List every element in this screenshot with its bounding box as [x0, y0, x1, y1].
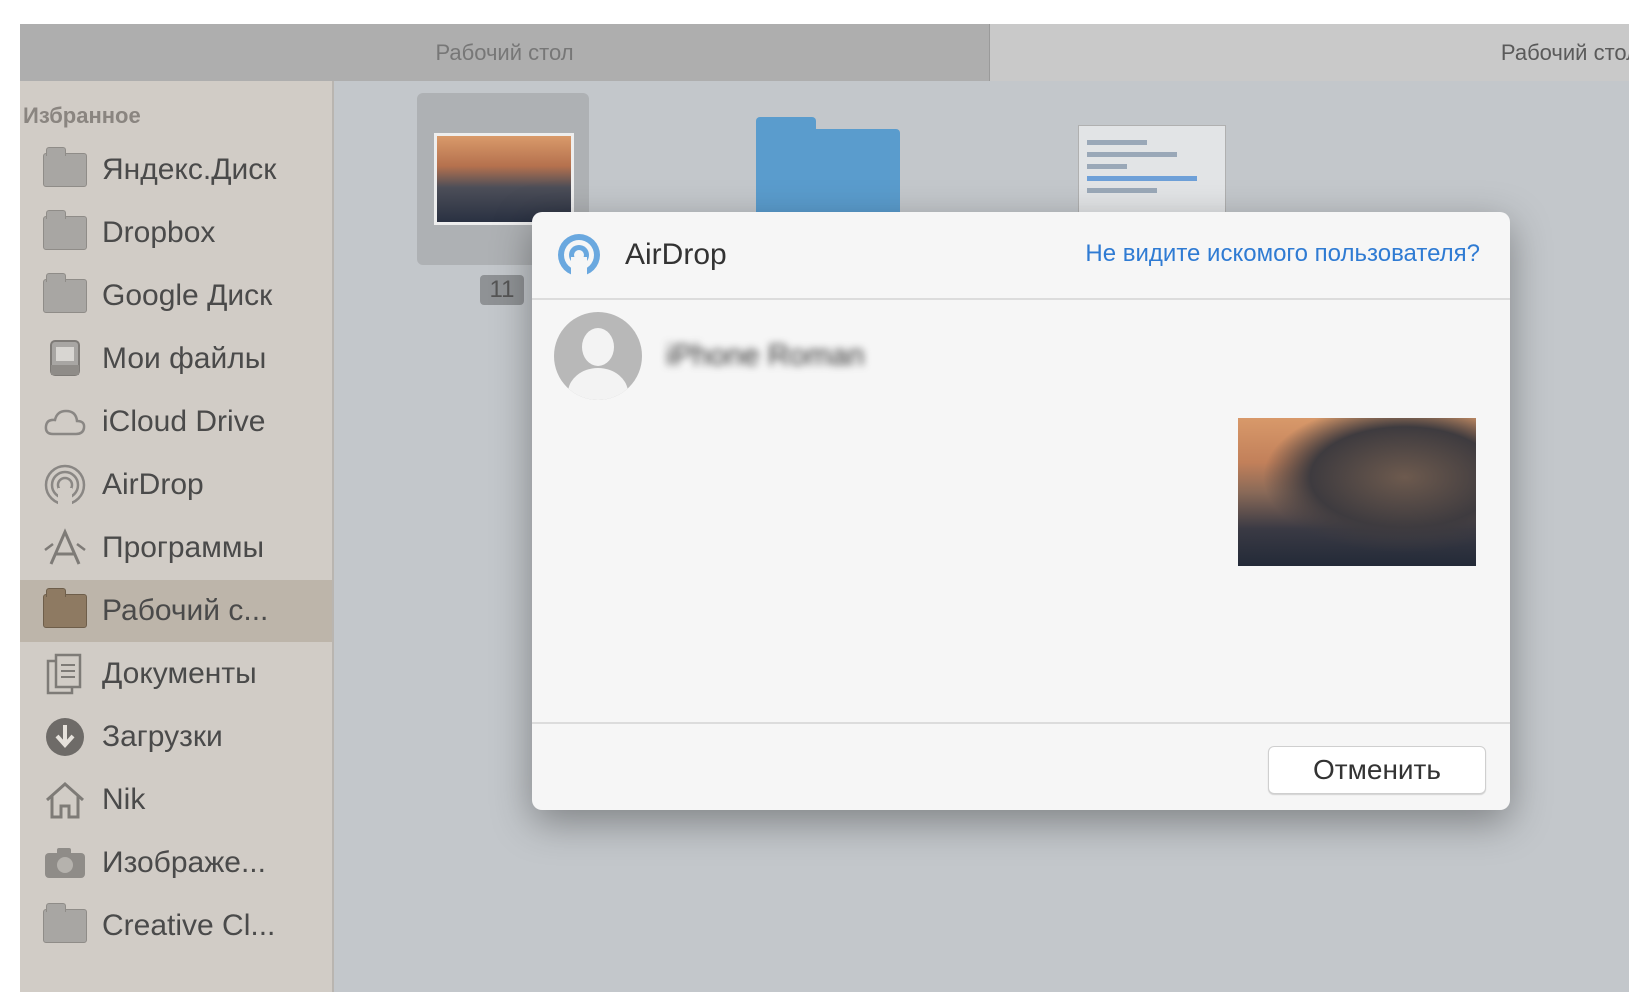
airdrop-icon [42, 464, 88, 506]
sidebar-item-label: iCloud Drive [102, 405, 266, 438]
sidebar-item-label: Nik [102, 783, 146, 816]
sidebar-item-label: Рабочий с... [102, 594, 269, 627]
tab-bar: Рабочий стол Рабочий стол [20, 24, 1629, 81]
sidebar-item-icloud-drive[interactable]: iCloud Drive [20, 391, 332, 453]
sidebar-item-label: Creative Cl... [102, 909, 276, 942]
documents-icon [42, 653, 88, 695]
folder-icon [42, 273, 88, 316]
folder-icon [42, 210, 88, 253]
sidebar-item-google-drive[interactable]: Google Диск [20, 265, 332, 327]
screenshot-file-icon[interactable] [1078, 125, 1226, 221]
airdrop-icon [558, 234, 600, 278]
sidebar-item-dropbox[interactable]: Dropbox [20, 202, 332, 264]
sidebar-item-desktop[interactable]: Рабочий с... [20, 580, 332, 642]
tab-desktop-1[interactable]: Рабочий стол [20, 24, 990, 81]
folder-icon [42, 147, 88, 190]
sidebar-item-label: Мои файлы [102, 342, 267, 375]
sidebar-item-label: Яндекс.Диск [102, 153, 277, 186]
sidebar-item-documents[interactable]: Документы [20, 643, 332, 705]
cant-find-user-link[interactable]: Не видите искомого пользователя? [1085, 240, 1480, 268]
sidebar-item-label: AirDrop [102, 468, 204, 501]
recipient-name: iPhone Roman [666, 339, 865, 372]
sidebar-item-downloads[interactable]: Загрузки [20, 706, 332, 768]
cloud-icon [42, 402, 88, 442]
airdrop-sheet: AirDrop Не видите искомого пользователя?… [532, 212, 1510, 810]
file-item-label[interactable]: 11 [480, 275, 524, 305]
sidebar-item-home[interactable]: Nik [20, 769, 332, 831]
sidebar-item-pictures[interactable]: Изображе... [20, 832, 332, 894]
camera-icon [42, 843, 88, 883]
sidebar-item-my-files[interactable]: Мои файлы [20, 328, 332, 390]
sidebar-item-applications[interactable]: Программы [20, 517, 332, 579]
sidebar-item-label: Документы [102, 657, 257, 690]
sidebar-item-creative-cloud[interactable]: Creative Cl... [20, 895, 332, 957]
applications-icon [42, 528, 88, 568]
airdrop-sheet-footer: Отменить [532, 722, 1510, 810]
sidebar-item-label: Dropbox [102, 216, 216, 249]
desktop-folder-icon [42, 588, 88, 631]
tab-desktop-2-label: Рабочий стол [1500, 40, 1629, 65]
sidebar-item-label: Изображе... [102, 846, 266, 879]
sidebar-item-yandex-disk[interactable]: Яндекс.Диск [20, 139, 332, 201]
sidebar: Избранное Яндекс.Диск Dropbox Google Дис… [20, 81, 334, 992]
downloads-icon [42, 717, 88, 757]
tab-desktop-2[interactable]: Рабочий стол [990, 24, 1629, 81]
sidebar-item-airdrop[interactable]: AirDrop [20, 454, 332, 516]
dialog-title: AirDrop [625, 238, 727, 271]
sidebar-item-label: Загрузки [102, 720, 223, 753]
shared-file-preview [1238, 418, 1476, 566]
all-files-icon [42, 339, 88, 379]
folder-icon [42, 903, 88, 946]
airdrop-sheet-header: AirDrop Не видите искомого пользователя? [532, 212, 1510, 300]
avatar [554, 312, 642, 400]
sidebar-item-label: Google Диск [102, 279, 273, 312]
sidebar-heading: Избранное [23, 103, 141, 128]
airdrop-recipient[interactable]: iPhone Roman [554, 312, 864, 400]
home-icon [42, 780, 88, 820]
cancel-button[interactable]: Отменить [1268, 746, 1486, 794]
sidebar-item-label: Программы [102, 531, 265, 564]
